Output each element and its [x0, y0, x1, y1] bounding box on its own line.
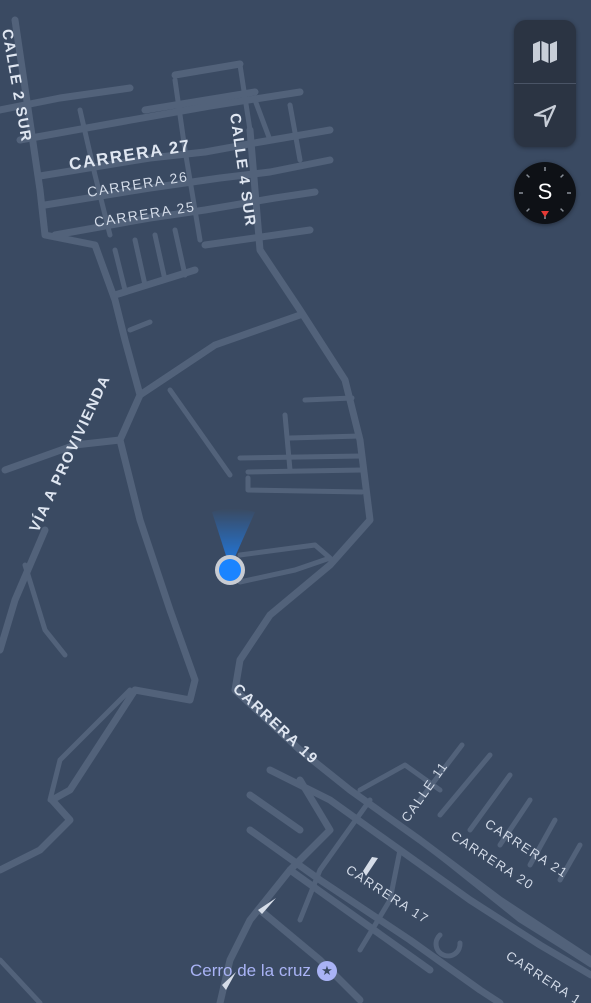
- location-arrow-icon: [533, 104, 557, 127]
- map-controls: [514, 20, 576, 147]
- compass-needle-icon: [541, 211, 549, 217]
- compass-heading: S: [537, 179, 553, 204]
- poi-cerro-de-la-cruz[interactable]: Cerro de la cruz ★: [190, 960, 337, 982]
- user-location-dot[interactable]: [215, 555, 245, 585]
- label-carrera-25: CARRERA 25: [93, 198, 196, 230]
- star-icon: ★: [316, 961, 337, 981]
- label-carrera-19: CARRERA 19: [229, 680, 321, 768]
- label-carrera-26: CARRERA 26: [86, 168, 189, 200]
- locate-button[interactable]: [514, 84, 576, 147]
- map-icon: [533, 40, 557, 63]
- label-via-a-provivienda: VÍA A PROVIVIENDA: [26, 372, 114, 534]
- map-mode-button[interactable]: [514, 20, 576, 83]
- map-canvas[interactable]: CALLE 2 SUR CALLE 4 SUR CARRERA 27 CARRE…: [0, 0, 591, 1003]
- label-calle-2-sur: CALLE 2 SUR: [0, 28, 35, 144]
- label-carrera-partial: CARRERA 1: [503, 948, 584, 1003]
- compass-button[interactable]: S: [514, 162, 576, 224]
- poi-label: Cerro de la cruz: [190, 961, 311, 980]
